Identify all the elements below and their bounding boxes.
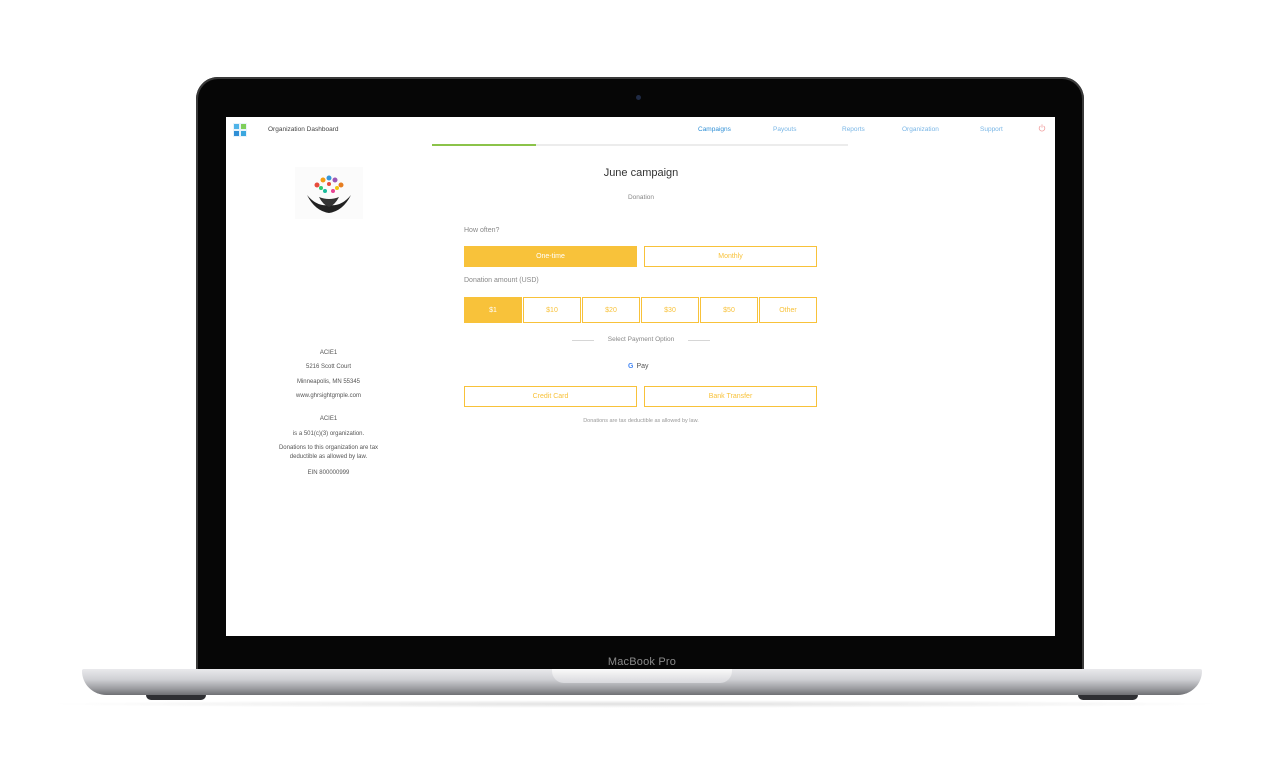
- camera-icon: [636, 95, 641, 100]
- bank-transfer-button[interactable]: Bank Transfer: [644, 386, 817, 407]
- payment-option-label: Select Payment Option: [607, 336, 675, 343]
- laptop-foot-left: [146, 695, 206, 700]
- org-website-link[interactable]: www.ghrsightgmple.com: [256, 392, 401, 401]
- credit-card-button[interactable]: Credit Card: [464, 386, 637, 407]
- amount-20-button[interactable]: $20: [582, 297, 640, 323]
- org-name: ACIE1: [319, 350, 338, 356]
- nav-reports[interactable]: Reports: [842, 126, 865, 133]
- org-address-line2: Minneapolis, MN 55345: [296, 379, 361, 385]
- amount-10-button[interactable]: $10: [523, 297, 581, 323]
- frequency-one-time-button[interactable]: One-time: [464, 246, 637, 267]
- dashboard-title: Organization Dashboard: [268, 126, 339, 133]
- google-g-icon: G: [628, 363, 634, 370]
- org-address-line1: 5216 Scott Court: [305, 364, 352, 370]
- frequency-monthly-button[interactable]: Monthly: [644, 246, 817, 267]
- nav-organization[interactable]: Organization: [902, 126, 939, 133]
- org-tax-note: Donations to this organization are tax d…: [278, 445, 379, 460]
- payment-divider-left: [572, 340, 594, 341]
- amount-1-button[interactable]: $1: [464, 297, 522, 323]
- amount-50-button[interactable]: $50: [700, 297, 758, 323]
- amount-30-button[interactable]: $30: [641, 297, 699, 323]
- org-ein: EIN 800000999: [307, 470, 350, 476]
- device-brand-label: MacBook Pro: [607, 656, 677, 668]
- logout-power-icon[interactable]: [1038, 124, 1046, 132]
- nav-support[interactable]: Support: [980, 126, 1003, 133]
- campaign-title: June campaign: [603, 167, 679, 179]
- laptop-shadow: [40, 700, 1230, 708]
- app-logo-icon[interactable]: [233, 123, 247, 137]
- amount-other-button[interactable]: Other: [759, 297, 817, 323]
- org-name-secondary: ACIE1: [319, 416, 338, 422]
- tax-footnote: Donations are tax deductible as allowed …: [583, 418, 699, 424]
- laptop-notch: [552, 669, 732, 683]
- laptop-foot-right: [1078, 695, 1138, 700]
- nav-payouts[interactable]: Payouts: [773, 126, 797, 133]
- frequency-label: How often?: [464, 227, 500, 234]
- campaign-subtitle: Donation: [627, 194, 655, 201]
- google-pay-label: Pay: [636, 363, 649, 370]
- top-navbar: Organization Dashboard Campaigns Payouts…: [226, 117, 1055, 145]
- step-progress-fill: [432, 144, 536, 146]
- google-pay-button[interactable]: G Pay: [628, 363, 649, 370]
- app-screen: Organization Dashboard Campaigns Payouts…: [226, 117, 1055, 636]
- org-status: is a 501(c)(3) organization.: [292, 431, 365, 437]
- nav-campaigns[interactable]: Campaigns: [698, 126, 731, 133]
- payment-divider-right: [688, 340, 710, 341]
- organization-logo: [295, 167, 363, 219]
- amount-label: Donation amount (USD): [464, 277, 539, 284]
